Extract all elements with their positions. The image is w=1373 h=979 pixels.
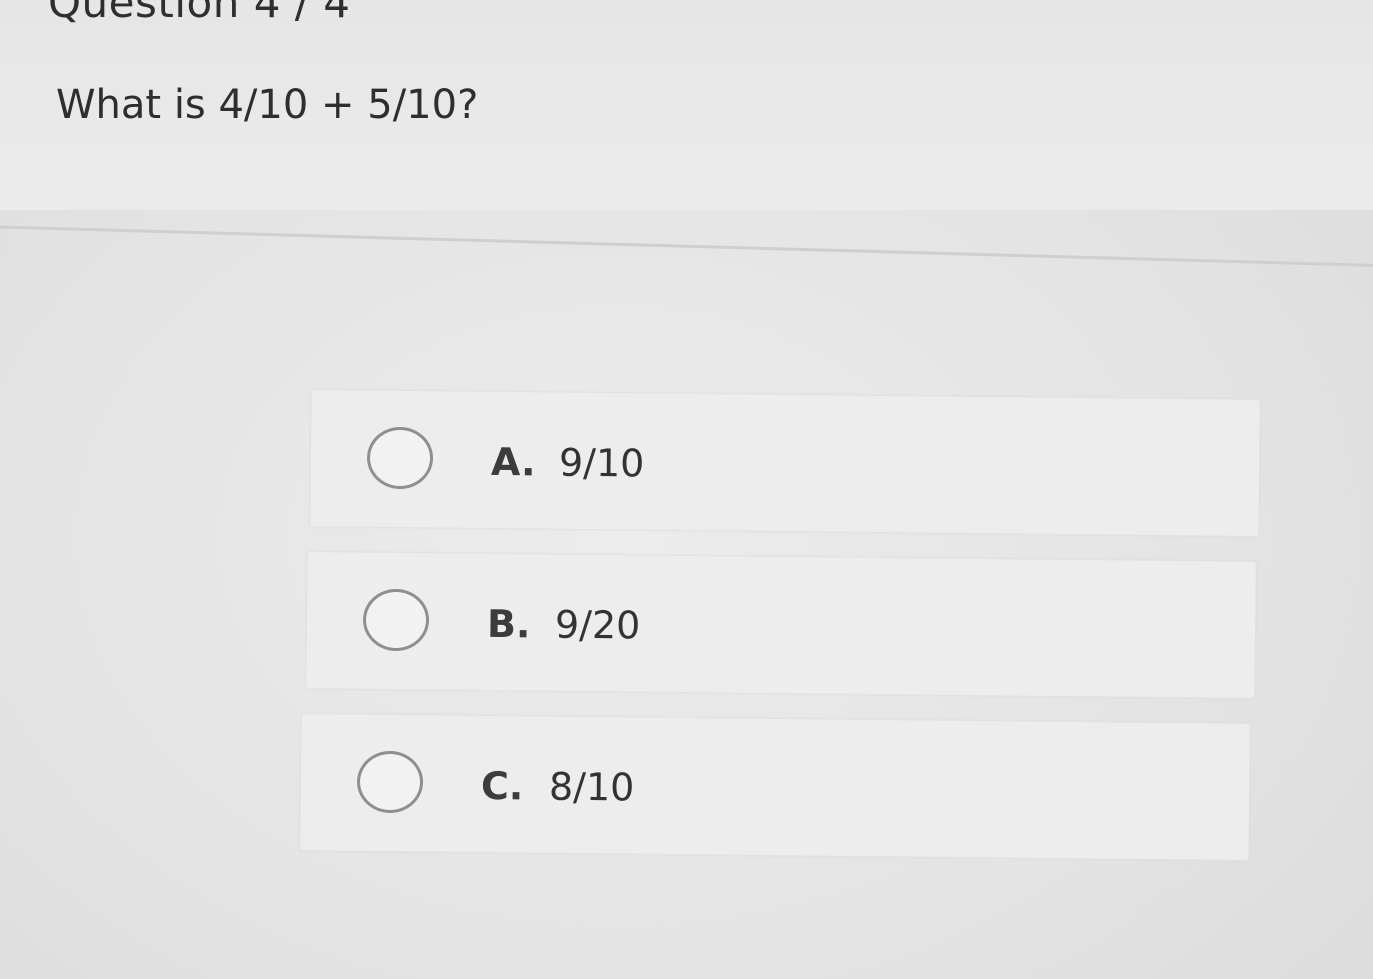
option-b[interactable]: B. 9/20 <box>305 551 1257 699</box>
option-c-letter: C. <box>480 763 524 809</box>
radio-button-b[interactable] <box>362 588 430 652</box>
option-c-value: 8/10 <box>548 764 635 810</box>
option-b-letter: B. <box>486 601 531 647</box>
option-b-value: 9/20 <box>554 602 641 648</box>
answer-options: A. 9/10 B. 9/20 C. 8/10 <box>0 0 1373 979</box>
option-a[interactable]: A. 9/10 <box>309 389 1261 537</box>
option-c[interactable]: C. 8/10 <box>299 713 1251 861</box>
option-a-value: 9/10 <box>558 440 645 486</box>
radio-button-a[interactable] <box>366 426 434 490</box>
radio-button-c[interactable] <box>356 750 424 814</box>
option-a-letter: A. <box>490 439 536 485</box>
